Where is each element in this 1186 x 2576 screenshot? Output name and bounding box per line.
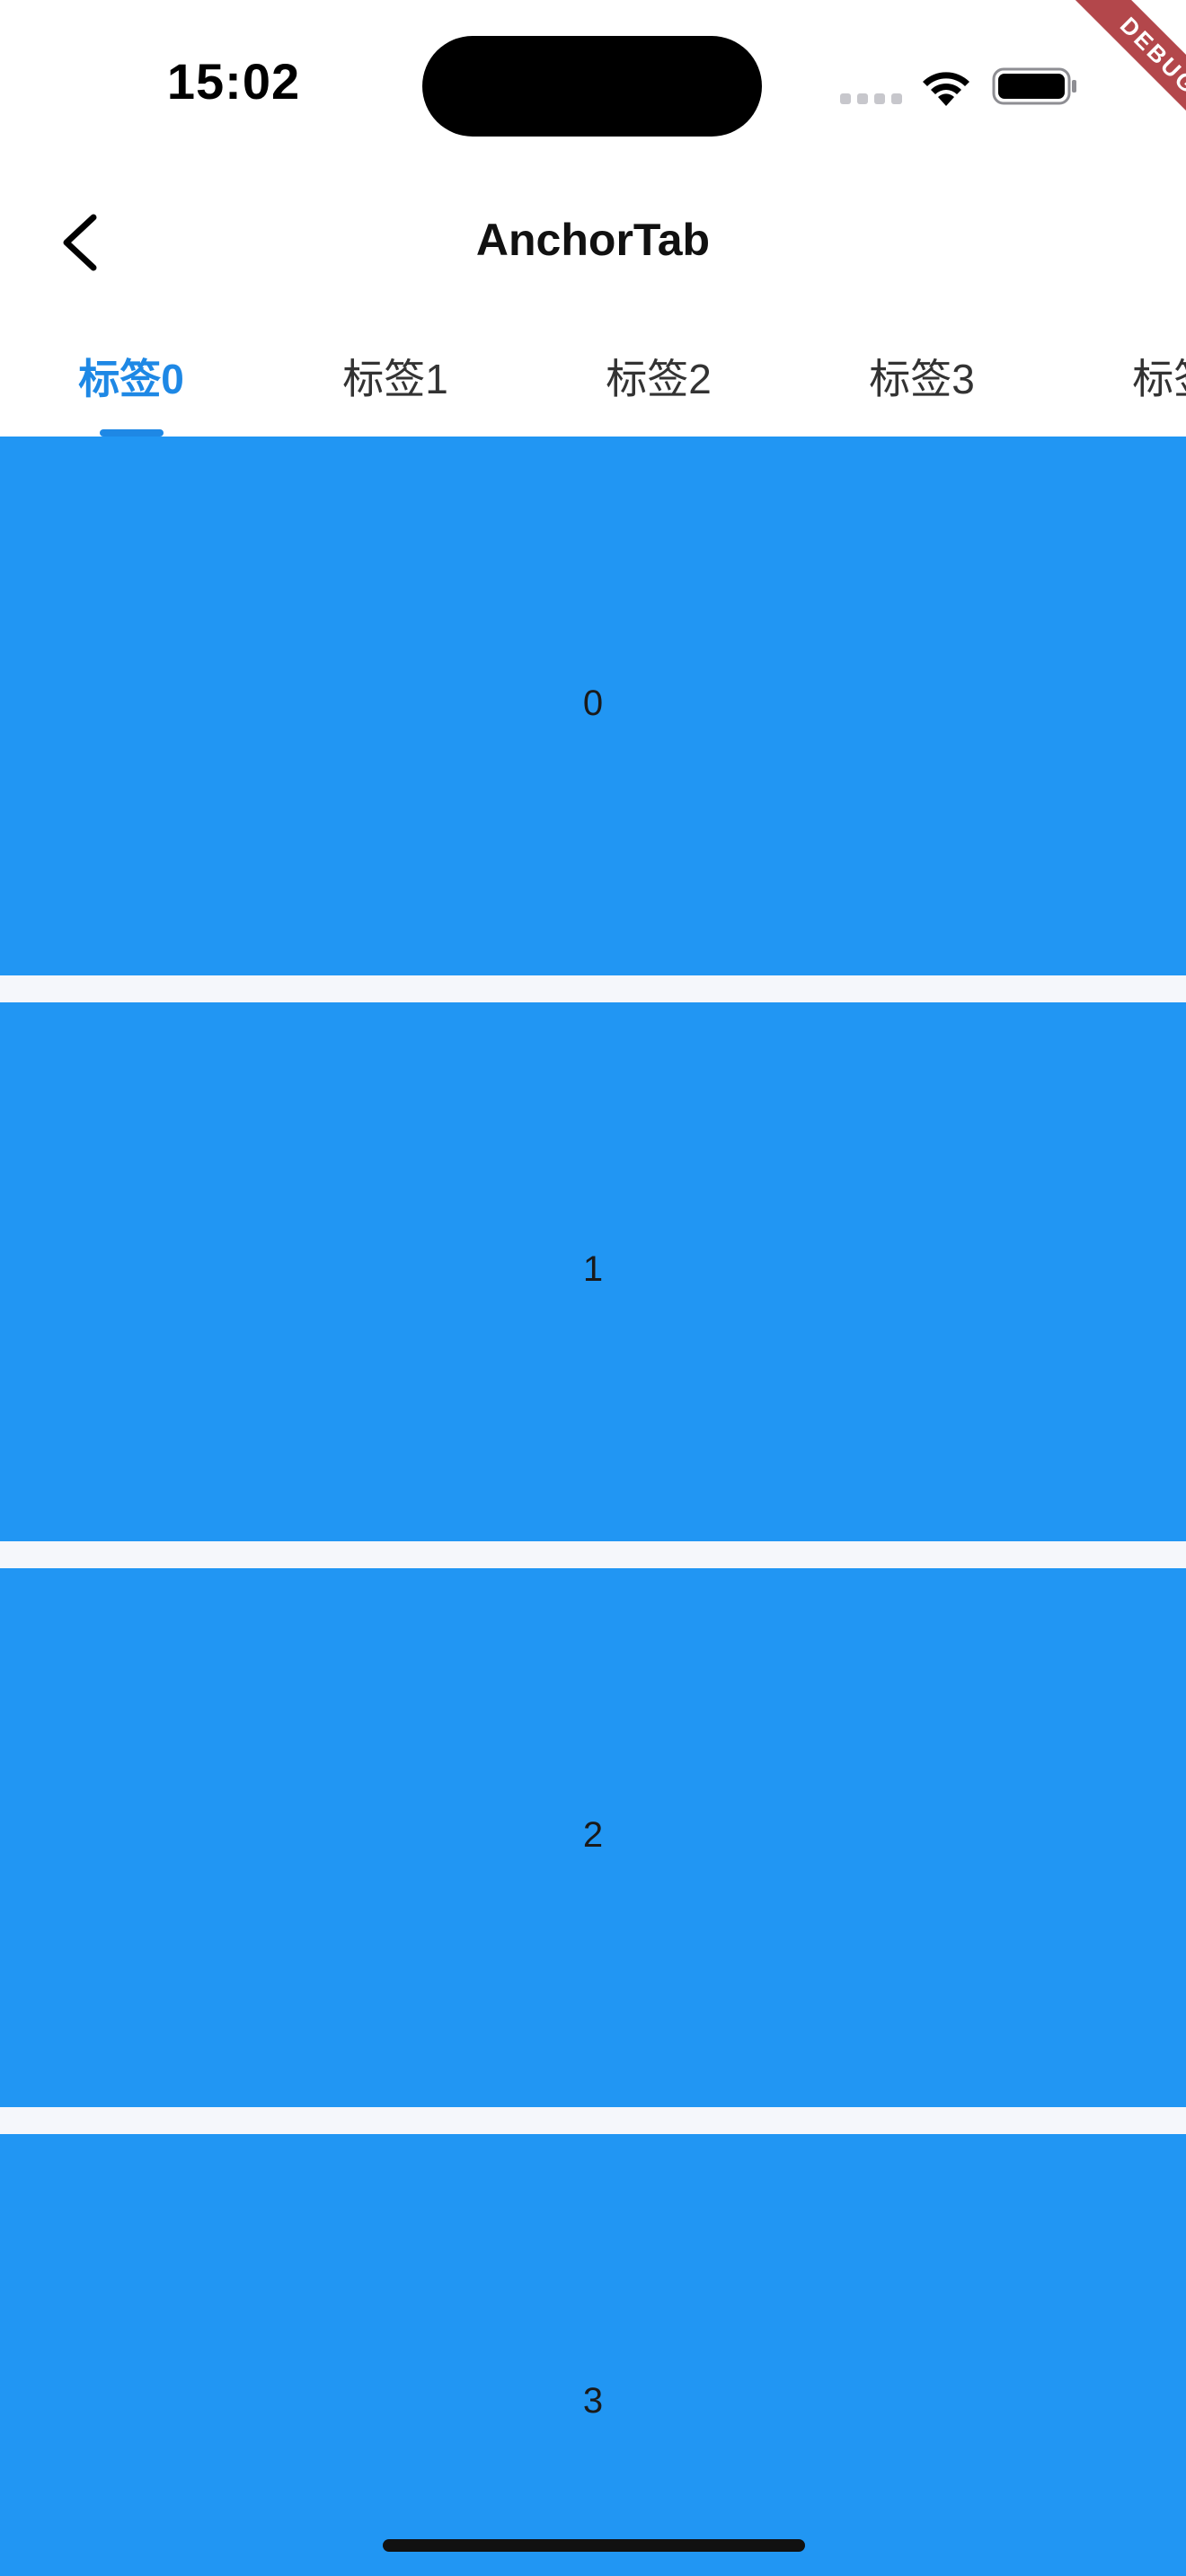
section-2: 2 — [0, 1568, 1186, 2107]
section-label: 1 — [582, 1249, 604, 1289]
anchor-content-list[interactable]: 0 1 2 3 — [0, 437, 1186, 2576]
tab-4[interactable]: 标签4 — [1068, 347, 1186, 406]
section-label: 0 — [582, 684, 604, 723]
tab-3[interactable]: 标签3 — [805, 347, 1039, 406]
debug-banner: DEBUG — [1024, 0, 1186, 162]
section-label: 2 — [582, 1815, 604, 1855]
section-3: 3 — [0, 2134, 1186, 2576]
section-0: 0 — [0, 437, 1186, 975]
tab-1[interactable]: 标签1 — [279, 347, 512, 406]
home-indicator — [383, 2539, 805, 2552]
section-1: 1 — [0, 1002, 1186, 1541]
tab-indicator — [100, 429, 164, 437]
wifi-icon — [923, 72, 969, 106]
tab-bar: 标签0 标签1 标签2 标签3 标签4 — [0, 314, 1186, 437]
section-label: 3 — [582, 2381, 604, 2421]
app-bar: AnchorTab — [0, 171, 1186, 314]
page-title: AnchorTab — [475, 215, 711, 265]
debug-ribbon-label: DEBUG — [1062, 0, 1186, 153]
tab-2[interactable]: 标签2 — [542, 347, 775, 406]
cellular-signal-icon — [840, 93, 903, 106]
dynamic-island — [422, 36, 762, 137]
status-bar: 15:02 DEBUG — [0, 0, 1186, 171]
tab-0[interactable]: 标签0 — [14, 347, 248, 406]
status-time: 15:02 — [166, 53, 301, 110]
